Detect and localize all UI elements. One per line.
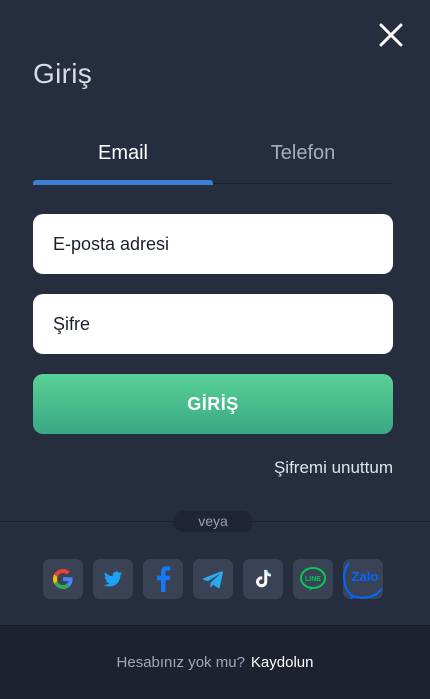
facebook-login-button[interactable] — [143, 559, 183, 599]
twitter-icon — [103, 571, 123, 587]
signup-question: Hesabınız yok mu? — [116, 654, 245, 671]
zalo-login-button[interactable]: Zalo — [343, 559, 383, 599]
close-button[interactable] — [376, 20, 406, 50]
line-login-button[interactable]: LINE — [293, 559, 333, 599]
telegram-login-button[interactable] — [193, 559, 233, 599]
password-field[interactable] — [33, 294, 393, 354]
line-icon: LINE — [300, 567, 326, 591]
tiktok-icon — [256, 569, 271, 588]
tab-telefon[interactable]: Telefon — [213, 138, 393, 183]
forgot-password-link[interactable]: Şifremi unuttum — [274, 458, 393, 478]
google-login-button[interactable] — [43, 559, 83, 599]
tiktok-login-button[interactable] — [243, 559, 283, 599]
facebook-icon — [157, 566, 171, 592]
svg-text:Zalo: Zalo — [352, 569, 379, 584]
twitter-login-button[interactable] — [93, 559, 133, 599]
svg-text:LINE: LINE — [305, 576, 321, 583]
login-modal: Giriş Email Telefon GİRİŞ Şifremi unuttu… — [0, 0, 430, 699]
login-button[interactable]: GİRİŞ — [33, 374, 393, 434]
divider-label: veya — [173, 511, 253, 532]
footer: Hesabınız yok mu? Kaydolun — [0, 625, 430, 699]
zalo-icon: Zalo — [343, 562, 382, 599]
page-title: Giriş — [33, 58, 93, 89]
telegram-icon — [202, 571, 223, 589]
login-tabs: Email Telefon — [33, 138, 393, 185]
close-icon — [379, 23, 403, 47]
social-login-row: LINE Zalo — [43, 559, 383, 599]
tab-email[interactable]: Email — [33, 138, 213, 185]
signup-link[interactable]: Kaydolun — [251, 654, 314, 671]
google-icon — [52, 569, 73, 589]
email-field[interactable] — [33, 214, 393, 274]
